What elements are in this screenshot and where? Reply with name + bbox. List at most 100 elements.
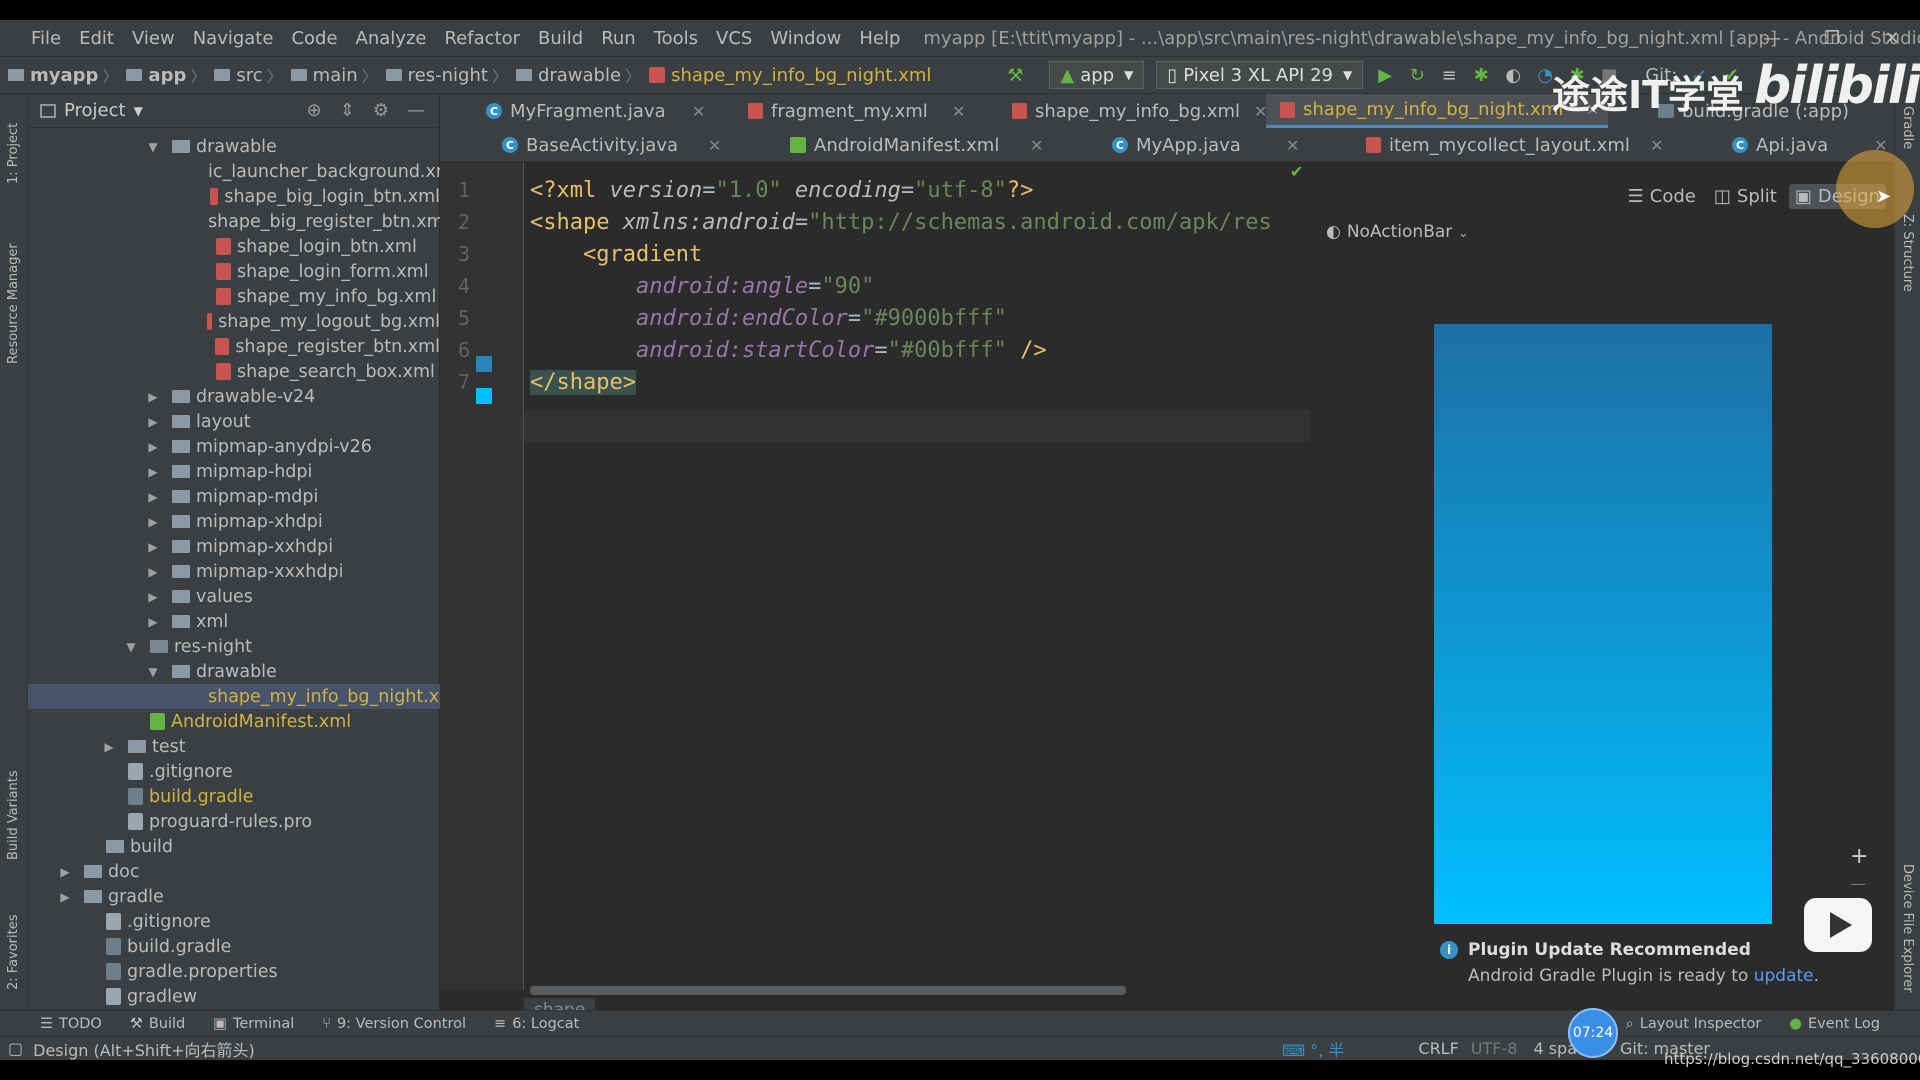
tree-item[interactable]: ▶ mipmap-xxhdpi <box>28 534 440 559</box>
tree-item[interactable]: shape_register_btn.xml <box>28 334 440 359</box>
minimize-button[interactable]: — <box>1744 20 1800 56</box>
menu-tools[interactable]: Tools <box>645 28 707 49</box>
zoom-in-button[interactable]: + <box>1850 844 1868 869</box>
todo-tool-button[interactable]: ☰ TODO <box>40 1016 102 1032</box>
tab-baseactivity-java[interactable]: C BaseActivity.java ✕ <box>502 128 742 162</box>
chevron-down-icon[interactable]: ▼ <box>146 140 160 154</box>
tree-item[interactable]: .gitignore <box>28 909 440 934</box>
tree-item[interactable]: .gitignore <box>28 759 440 784</box>
close-tab-icon[interactable]: ✕ <box>1650 136 1663 155</box>
chevron-right-icon[interactable]: ▶ <box>146 515 160 529</box>
chevron-right-icon[interactable]: ▶ <box>58 890 72 904</box>
breadcrumb-main[interactable]: main <box>283 65 362 86</box>
tree-item[interactable]: ▶ xml <box>28 609 440 634</box>
locate-icon[interactable]: ⊕ <box>307 100 322 121</box>
tree-item[interactable]: proguard-rules.pro <box>28 809 440 834</box>
breadcrumb-src[interactable]: src <box>206 65 266 86</box>
tree-item[interactable]: shape_big_register_btn.xml <box>28 209 449 234</box>
tree-item[interactable]: shape_big_login_btn.xml <box>28 184 440 209</box>
build-variants-tool-tab[interactable]: Build Variants <box>6 770 21 860</box>
breadcrumb-res-night[interactable]: res-night <box>378 65 492 86</box>
menu-refactor[interactable]: Refactor <box>435 28 529 49</box>
event-log-tool-button[interactable]: ● Event Log <box>1789 1016 1880 1032</box>
chevron-right-icon[interactable]: ▶ <box>102 740 116 754</box>
close-tab-icon[interactable]: ✕ <box>692 102 705 121</box>
split-mode-button[interactable]: ◫ Split <box>1708 184 1783 209</box>
update-link[interactable]: update <box>1754 966 1814 986</box>
tree-item[interactable]: gradle.properties <box>28 959 440 984</box>
breadcrumb-file[interactable]: shape_my_info_bg_night.xml <box>641 65 935 86</box>
project-view-select[interactable]: Project <box>64 100 126 121</box>
tree-item[interactable]: build <box>28 834 440 859</box>
structure-tool-tab[interactable]: Z: Structure <box>1900 214 1915 292</box>
tree-item[interactable]: ▶ mipmap-hdpi <box>28 459 440 484</box>
tree-item[interactable]: build.gradle <box>28 784 440 809</box>
tree-item[interactable]: ▼ res-night <box>28 634 440 659</box>
tree-item[interactable]: shape_login_form.xml <box>28 259 440 284</box>
menu-build[interactable]: Build <box>529 28 592 49</box>
resource-manager-tool-tab[interactable]: Resource Manager <box>6 243 21 364</box>
breadcrumb-app[interactable]: app <box>118 65 190 86</box>
restore-button[interactable]: ❐ <box>1804 20 1860 56</box>
chevron-right-icon[interactable]: ▶ <box>146 415 160 429</box>
tree-item[interactable]: AndroidManifest.xml <box>28 709 440 734</box>
tree-item[interactable]: ▶ layout <box>28 409 440 434</box>
tree-item[interactable]: ▶ mipmap-anydpi-v26 <box>28 434 440 459</box>
close-button[interactable]: ✕ <box>1864 20 1920 56</box>
project-tool-tab[interactable]: 1: Project <box>6 123 21 184</box>
tree-item[interactable]: ▶ mipmap-mdpi <box>28 484 440 509</box>
chevron-right-icon[interactable]: ▶ <box>146 615 160 629</box>
tree-item[interactable]: ▼ drawable <box>28 659 440 684</box>
logcat-tool-button[interactable]: ≡ 6: Logcat <box>494 1016 579 1032</box>
chevron-down-icon[interactable]: ▼ <box>134 104 143 118</box>
build-tool-button[interactable]: ⚒ Build <box>130 1016 185 1032</box>
tree-item[interactable]: ▶ mipmap-xxxhdpi <box>28 559 440 584</box>
tab-myapp-java[interactable]: C MyApp.java ✕ <box>1112 128 1342 162</box>
menu-vcs[interactable]: VCS <box>707 28 761 49</box>
terminal-tool-button[interactable]: ▣ Terminal <box>213 1016 294 1032</box>
favorites-tool-tab[interactable]: 2: Favorites <box>6 914 21 990</box>
breadcrumb-drawable[interactable]: drawable <box>508 65 625 86</box>
tree-item[interactable]: ▶ drawable-v24 <box>28 384 440 409</box>
tree-item[interactable]: shape_login_btn.xml <box>28 234 440 259</box>
run-icon[interactable]: ▶ <box>1375 65 1395 86</box>
menu-code[interactable]: Code <box>282 28 346 49</box>
breadcrumb-myapp[interactable]: myapp <box>0 65 102 86</box>
tree-item[interactable]: ▶ test <box>28 734 440 759</box>
tree-item[interactable]: shape_my_info_bg_night.xm <box>28 684 456 709</box>
tree-item[interactable]: ▶ mipmap-xhdpi <box>28 509 440 534</box>
tree-item[interactable]: shape_search_box.xml <box>28 359 440 384</box>
close-tab-icon[interactable]: ✕ <box>952 102 965 121</box>
version-control-tool-button[interactable]: ⑂ 9: Version Control <box>322 1016 466 1032</box>
tree-item[interactable]: ic_launcher_background.xml <box>28 159 458 184</box>
chevron-right-icon[interactable]: ▶ <box>146 465 160 479</box>
code-mode-button[interactable]: ☰ Code <box>1622 184 1702 209</box>
tree-item[interactable]: ▼ drawable <box>28 134 440 159</box>
chevron-right-icon[interactable]: ▶ <box>146 590 160 604</box>
chevron-right-icon[interactable]: ▶ <box>146 440 160 454</box>
menu-run[interactable]: Run <box>592 28 645 49</box>
tree-item[interactable]: shape_my_info_bg.xml <box>28 284 440 309</box>
tree-item[interactable]: shape_my_logout_bg.xml <box>28 309 440 334</box>
close-tab-icon[interactable]: ✕ <box>1286 136 1299 155</box>
chevron-right-icon[interactable]: ▶ <box>146 565 160 579</box>
theme-select[interactable]: ◐ NoActionBar ⌄ <box>1326 222 1468 242</box>
tab-myfragment-java[interactable]: C MyFragment.java ✕ <box>486 94 726 128</box>
device-select[interactable]: ▯ Pixel 3 XL API 29 ▼ <box>1156 61 1364 89</box>
tree-item[interactable]: ▶ doc <box>28 859 440 884</box>
start-color-swatch[interactable] <box>476 388 492 404</box>
hammer-build-icon[interactable]: ⚒ <box>1005 65 1025 86</box>
menu-help[interactable]: Help <box>850 28 909 49</box>
zoom-out-button[interactable]: — <box>1850 874 1866 893</box>
status-toggle-icon[interactable]: ▢ <box>8 1039 23 1058</box>
close-tab-icon[interactable]: ✕ <box>1030 136 1043 155</box>
chevron-right-icon[interactable]: ▶ <box>146 540 160 554</box>
close-tab-icon[interactable]: ✕ <box>708 136 721 155</box>
menu-edit[interactable]: Edit <box>70 28 123 49</box>
tab-androidmanifest-xml[interactable]: AndroidManifest.xml ✕ <box>790 128 1060 162</box>
apply-code-changes-icon[interactable]: ≡ <box>1439 65 1459 86</box>
device-file-explorer-tool-tab[interactable]: Device File Explorer <box>1900 864 1915 993</box>
debug-icon[interactable]: ✱ <box>1471 65 1491 86</box>
coverage-icon[interactable]: ◐ <box>1503 65 1523 86</box>
chevron-right-icon[interactable]: ▶ <box>58 865 72 879</box>
